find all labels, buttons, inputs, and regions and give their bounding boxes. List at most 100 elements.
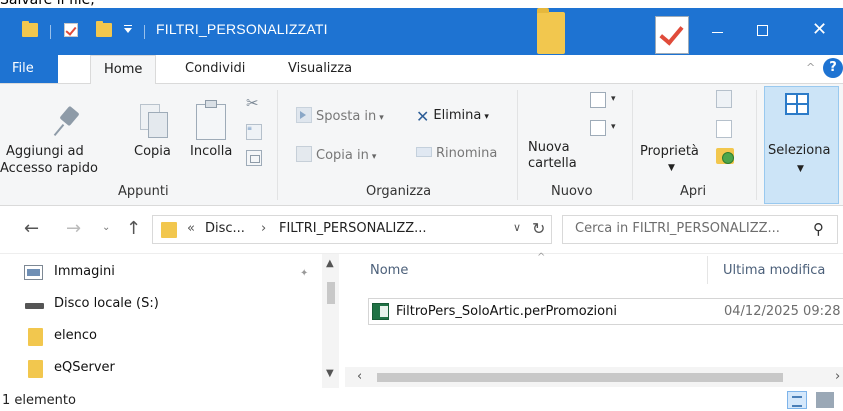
sort-indicator-icon: ^ bbox=[537, 252, 546, 263]
open-icon[interactable] bbox=[716, 90, 732, 108]
search-icon[interactable]: ⚲ bbox=[813, 220, 824, 238]
back-icon[interactable]: ← bbox=[24, 218, 39, 239]
search-input[interactable]: Cerca in FILTRI_PERSONALIZZ... ⚲ bbox=[562, 215, 838, 244]
divider bbox=[756, 90, 757, 200]
pictures-icon bbox=[24, 265, 43, 280]
rename-button[interactable]: Rinomina bbox=[416, 146, 497, 161]
pin-quick-access-label-2[interactable]: Accesso rapido bbox=[0, 161, 98, 177]
nav-item-pictures[interactable]: Immagini bbox=[24, 262, 318, 286]
help-icon[interactable]: ? bbox=[823, 58, 843, 78]
nav-item-elenco[interactable]: elenco bbox=[28, 326, 318, 350]
edit-icon[interactable] bbox=[716, 120, 732, 138]
breadcrumb-item[interactable]: Disc... bbox=[205, 221, 245, 236]
move-to-label: Sposta in bbox=[316, 109, 377, 124]
move-to-icon bbox=[296, 107, 312, 123]
select-grid-icon bbox=[785, 93, 809, 115]
recent-locations-icon[interactable]: ⌄ bbox=[102, 222, 110, 233]
rename-icon bbox=[416, 147, 432, 157]
nav-item-label: elenco bbox=[54, 328, 97, 343]
pin-icon[interactable] bbox=[54, 106, 82, 138]
maximize-button[interactable] bbox=[740, 8, 786, 55]
divider bbox=[277, 90, 278, 200]
scroll-right-icon[interactable]: › bbox=[835, 369, 840, 384]
pin-quick-access-label-1[interactable]: Aggiungi ad bbox=[6, 144, 84, 160]
divider bbox=[517, 90, 518, 200]
paste-shortcut-icon[interactable] bbox=[246, 150, 262, 166]
cut-icon[interactable]: ✂ bbox=[246, 94, 262, 112]
details-view-icon[interactable] bbox=[787, 391, 807, 409]
nav-item-label: eQServer bbox=[54, 360, 115, 375]
group-clipboard-label: Appunti bbox=[118, 184, 169, 199]
nav-item-eqserver[interactable]: eQServer bbox=[28, 358, 318, 382]
nav-item-local-disk[interactable]: Disco locale (S:) bbox=[25, 294, 318, 318]
address-bar[interactable]: « Disc... › FILTRI_PERSONALIZZ... ∨ ↻ bbox=[152, 215, 552, 244]
divider bbox=[632, 90, 633, 200]
customize-qat-icon[interactable] bbox=[124, 28, 132, 33]
delete-icon: ✕ bbox=[416, 107, 430, 126]
delete-button[interactable]: ✕ Elimina ▾ bbox=[416, 107, 489, 126]
history-icon[interactable] bbox=[716, 148, 734, 164]
new-folder-icon[interactable] bbox=[537, 8, 565, 54]
column-header-name[interactable]: Nome bbox=[370, 263, 408, 278]
navigation-bar: ← → ⌄ ↑ « Disc... › FILTRI_PERSONALIZZ..… bbox=[0, 206, 843, 254]
table-row[interactable]: FiltroPers_SoloArtic.perPromozioni 04/12… bbox=[368, 298, 843, 325]
tab-share[interactable]: Condividi bbox=[185, 61, 245, 76]
scroll-down-icon[interactable]: ▼ bbox=[326, 368, 334, 379]
breadcrumb-current[interactable]: FILTRI_PERSONALIZZ... bbox=[279, 221, 427, 236]
ribbon-tabs: File Home Condividi Visualizza ^ ? bbox=[0, 55, 843, 84]
easy-access-dropdown-icon[interactable]: ▾ bbox=[611, 122, 616, 132]
new-item-dropdown-icon[interactable]: ▾ bbox=[611, 94, 616, 104]
divider bbox=[144, 25, 145, 39]
file-list: ^ Nome Ultima modifica FiltroPers_SoloAr… bbox=[345, 252, 843, 388]
new-folder-label-1[interactable]: Nuova bbox=[528, 140, 570, 156]
tab-home[interactable]: Home bbox=[90, 55, 156, 84]
tab-view[interactable]: Visualizza bbox=[288, 61, 352, 76]
scroll-up-icon[interactable]: ▲ bbox=[326, 258, 334, 269]
column-divider[interactable] bbox=[707, 256, 708, 284]
close-button[interactable]: ✕ bbox=[796, 8, 842, 55]
nav-scrollbar[interactable]: ▲ ▼ bbox=[322, 254, 339, 388]
chevron-down-icon: ▾ bbox=[379, 113, 384, 123]
breadcrumb-overflow[interactable]: « bbox=[187, 221, 195, 236]
drive-icon bbox=[25, 303, 44, 309]
properties-quick-icon[interactable] bbox=[64, 23, 78, 37]
collapse-ribbon-icon[interactable]: ^ bbox=[806, 61, 815, 74]
properties-button[interactable]: Proprietà bbox=[640, 144, 699, 160]
column-header-modified[interactable]: Ultima modifica bbox=[723, 263, 825, 278]
properties-dropdown-icon[interactable]: ▼ bbox=[668, 160, 675, 176]
qat-line bbox=[124, 25, 132, 26]
minimize-button[interactable] bbox=[694, 8, 740, 55]
copy-to-button[interactable]: Copia in ▾ bbox=[296, 146, 376, 163]
new-item-icon[interactable] bbox=[590, 92, 606, 108]
scroll-thumb[interactable] bbox=[377, 373, 783, 382]
refresh-icon[interactable]: ↻ bbox=[532, 219, 545, 238]
new-folder-label-2[interactable]: cartella bbox=[528, 156, 577, 172]
easy-access-icon[interactable] bbox=[590, 120, 606, 136]
tab-file[interactable]: File bbox=[0, 55, 58, 83]
paste-button[interactable]: Incolla bbox=[190, 144, 232, 160]
rename-label: Rinomina bbox=[436, 146, 498, 161]
large-icons-view-icon[interactable] bbox=[816, 392, 834, 408]
properties-icon[interactable] bbox=[655, 16, 689, 54]
chevron-down-icon: ▾ bbox=[484, 112, 489, 122]
paste-icon[interactable] bbox=[196, 100, 228, 140]
select-button[interactable]: Seleziona ▼ bbox=[764, 86, 839, 204]
horizontal-scrollbar[interactable]: ‹ › bbox=[345, 367, 843, 387]
copy-icon[interactable] bbox=[140, 104, 170, 140]
copy-to-label: Copia in bbox=[316, 148, 369, 163]
item-count: 1 elemento bbox=[2, 393, 76, 408]
scroll-thumb[interactable] bbox=[327, 282, 335, 304]
folder-icon bbox=[22, 21, 38, 37]
forward-icon[interactable]: → bbox=[66, 218, 81, 239]
copy-button[interactable]: Copia bbox=[134, 144, 171, 160]
new-folder-quick-icon[interactable] bbox=[96, 21, 112, 37]
copy-path-icon[interactable]: ≡ bbox=[246, 124, 262, 140]
move-to-button[interactable]: Sposta in ▾ bbox=[296, 107, 384, 124]
folder-icon bbox=[161, 222, 177, 238]
breadcrumb-separator[interactable]: › bbox=[261, 221, 266, 236]
up-icon[interactable]: ↑ bbox=[126, 218, 141, 239]
pinned-icon: ✦ bbox=[300, 268, 309, 279]
address-dropdown-icon[interactable]: ∨ bbox=[513, 221, 521, 234]
scroll-left-icon[interactable]: ‹ bbox=[357, 369, 362, 384]
delete-label: Elimina bbox=[433, 108, 482, 123]
